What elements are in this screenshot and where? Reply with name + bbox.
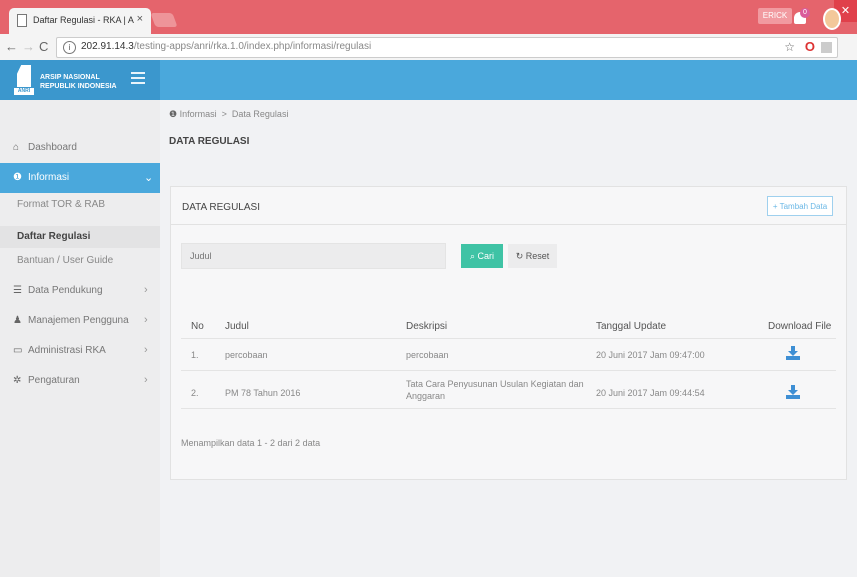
panel-header: DATA REGULASI + Tambah Data [171,187,846,225]
cell-deskripsi: Tata Cara Penyusunan Usulan Kegiatan dan… [406,379,584,401]
reload-icon[interactable]: C [39,39,48,54]
sidebar-item-informasi[interactable]: ❶ Informasi ⌄ [0,163,160,193]
sidebar-subitem-bantuan[interactable]: Bantuan / User Guide [0,250,160,272]
address-bar: ← → C i 202.91.14.3/testing-apps/anri/rk… [0,34,857,61]
profile-badge[interactable]: ERICK [758,8,792,24]
sidebar-subitem-daftar-regulasi[interactable]: Daftar Regulasi [0,226,160,248]
panel-title: DATA REGULASI [182,202,260,213]
pagination-info: Menampilkan data 1 - 2 dari 2 data [181,438,321,448]
url-input[interactable]: i 202.91.14.3/testing-apps/anri/rka.1.0/… [56,37,838,58]
chevron-right-icon: › [144,374,148,386]
sidebar-item-data-pendukung[interactable]: ☰ Data Pendukung › [0,276,160,306]
user-avatar[interactable] [823,8,841,30]
table-header-no: No [191,321,204,332]
sidebar-item-pengaturan[interactable]: ✲ Pengaturan › [0,366,160,396]
table-header-download: Download File [768,321,832,332]
refresh-icon: ↻ [515,251,524,261]
table-divider [181,370,836,371]
sidebar-item-manajemen-pengguna[interactable]: ♟ Manajemen Pengguna › [0,306,160,336]
breadcrumb-current: Data Regulasi [231,109,289,119]
chevron-down-icon: ⌄ [144,172,154,184]
table-header-judul: Judul [225,321,249,332]
back-arrow-icon[interactable]: ← [5,39,18,54]
chevron-right-icon: › [144,344,148,356]
table-divider [181,338,836,339]
regulasi-panel: DATA REGULASI + Tambah Data ⌕ Cari ↻ Res… [170,186,847,480]
search-icon: ⌕ [469,251,475,261]
folder-icon: ▭ [13,345,23,356]
search-button[interactable]: ⌕ Cari [461,244,503,268]
browser-titlebar: Daftar Regulasi - RKA | A × ERICK – ☐ ✕ [0,0,857,34]
cell-no: 2. [191,388,199,398]
new-tab-button[interactable] [150,13,178,27]
cell-judul: percobaan [225,350,268,360]
logo-text: ARSIP NASIONAL REPUBLIK INDONESIA [40,74,117,90]
download-icon[interactable] [786,385,800,399]
table-header-deskripsi: Deskripsi [406,321,448,332]
cell-no: 1. [191,350,199,360]
url-text: 202.91.14.3/testing-apps/anri/rka.1.0/in… [81,41,372,52]
search-input[interactable] [181,243,446,269]
cell-deskripsi: percobaan [406,350,449,360]
list-icon: ☰ [13,285,22,296]
add-data-button[interactable]: + Tambah Data [767,196,833,216]
sidebar-item-administrasi-rka[interactable]: ▭ Administrasi RKA › [0,336,160,366]
cell-tanggal: 20 Juni 2017 Jam 09:47:00 [596,350,705,360]
page-icon [17,14,27,27]
site-info-icon[interactable]: i [63,41,76,54]
user-icon: ♟ [13,315,22,326]
home-icon: ⌂ [13,142,20,153]
bookmark-star-icon[interactable]: ☆ [784,40,795,54]
table-divider [181,408,836,409]
logo-icon [17,65,31,87]
table-header-tanggal: Tanggal Update [596,321,667,332]
logo-badge: ANRI [14,88,34,95]
breadcrumb-parent[interactable]: Informasi [180,109,217,119]
tab-title: Daftar Regulasi - RKA | A [33,15,134,25]
info-circle-icon: ❶ [169,109,178,119]
breadcrumb: ❶ Informasi > Data Regulasi [169,109,288,120]
info-circle-icon: ❶ [13,172,22,183]
extension-icon[interactable] [821,42,832,53]
tab-close-icon[interactable]: × [137,13,143,25]
chevron-right-icon: › [144,284,148,296]
opera-icon[interactable]: O [805,39,815,54]
page-title: DATA REGULASI [169,136,250,147]
cell-judul: PM 78 Tahun 2016 [225,388,301,398]
gear-icon: ✲ [13,375,22,386]
cell-tanggal: 20 Juni 2017 Jam 09:44:54 [596,388,705,398]
breadcrumb-separator: > [221,109,227,119]
menu-toggle-icon[interactable] [131,72,145,87]
forward-arrow-icon[interactable]: → [22,39,35,54]
sidebar-subitem-format-tor[interactable]: Format TOR & RAB [0,194,160,216]
sidebar-item-dashboard[interactable]: ⌂ Dashboard [0,133,160,163]
download-icon[interactable] [786,346,800,360]
notification-badge: 0 [800,8,810,18]
browser-tab[interactable]: Daftar Regulasi - RKA | A × [9,8,151,34]
logo-area[interactable]: ANRI ARSIP NASIONAL REPUBLIK INDONESIA [0,60,160,100]
reset-button[interactable]: ↻ Reset [508,244,557,268]
sidebar: ⌂ Dashboard ❶ Informasi ⌄ Format TOR & R… [0,100,160,577]
chevron-right-icon: › [144,314,148,326]
